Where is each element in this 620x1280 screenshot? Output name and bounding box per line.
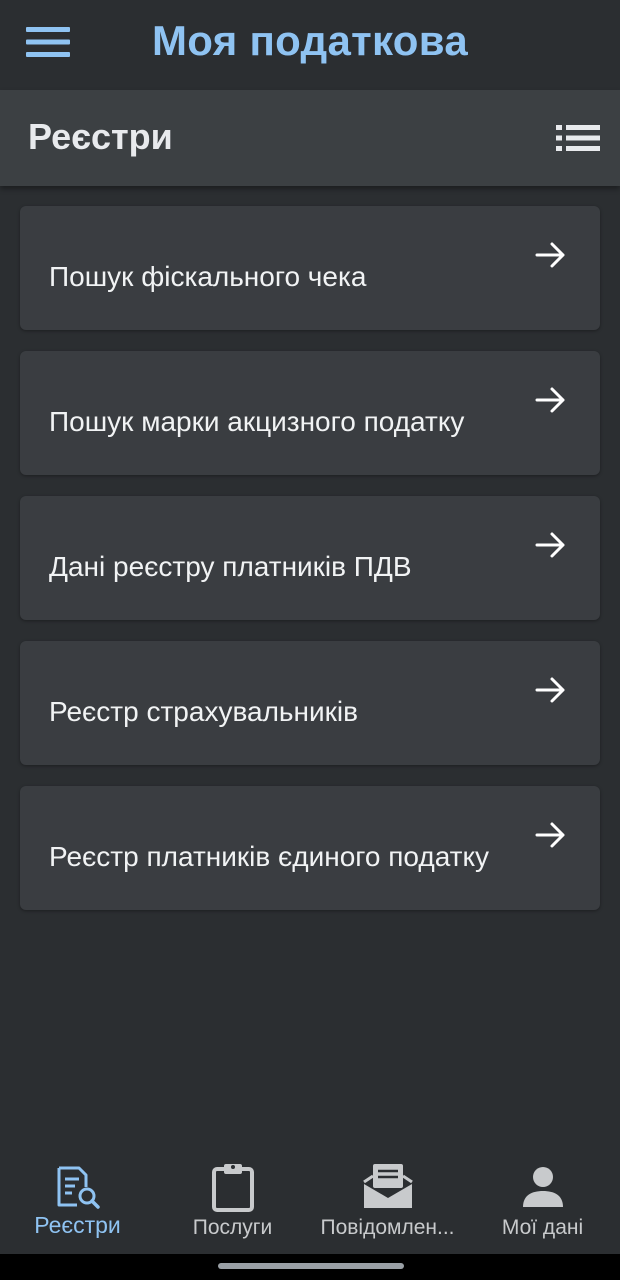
person-icon xyxy=(521,1160,565,1214)
arrow-right-icon xyxy=(532,381,570,419)
card-label: Реєстр платників єдиного податку xyxy=(49,841,490,872)
system-navigation-bar xyxy=(0,1254,620,1280)
nav-label: Повідомлен... xyxy=(320,1216,455,1239)
nav-label: Мої дані xyxy=(501,1216,584,1239)
card-single-tax-payers-registry[interactable]: Реєстр платників єдиного податку xyxy=(20,786,600,910)
arrow-right-icon xyxy=(532,816,570,854)
section-title: Реєстри xyxy=(28,116,173,157)
nav-label: Послуги xyxy=(192,1216,273,1239)
nav-label: Реєстри xyxy=(34,1212,121,1238)
list-view-button[interactable] xyxy=(554,116,602,160)
card-vat-payers-registry[interactable]: Дані реєстру платників ПДВ xyxy=(20,496,600,620)
card-label: Дані реєстру платників ПДВ xyxy=(49,551,412,582)
nav-item-registries[interactable]: Реєстри xyxy=(0,1146,155,1254)
top-app-bar: Моя податкова xyxy=(0,0,620,90)
app-screen: Моя податкова Реєстри Пошук фіскального … xyxy=(0,0,620,1280)
nav-item-my-data[interactable]: Мої дані xyxy=(465,1146,620,1254)
section-header: Реєстри xyxy=(0,90,620,186)
arrow-right-icon xyxy=(532,526,570,564)
mail-icon xyxy=(361,1160,415,1214)
bottom-navigation: Реєстри Послуги Повідомлен... Мої дані xyxy=(0,1146,620,1254)
registry-list: Пошук фіскального чека Пошук марки акциз… xyxy=(20,206,600,931)
list-view-icon xyxy=(556,125,600,151)
nav-item-messages[interactable]: Повідомлен... xyxy=(310,1146,465,1254)
arrow-right-icon xyxy=(532,671,570,709)
clipboard-icon xyxy=(210,1160,256,1214)
registry-search-icon xyxy=(55,1160,101,1214)
card-fiscal-receipt-search[interactable]: Пошук фіскального чека xyxy=(20,206,600,330)
card-label: Пошук марки акцизного податку xyxy=(49,406,465,437)
app-title: Моя податкова xyxy=(152,17,468,64)
card-label: Реєстр страхувальників xyxy=(49,696,358,727)
gesture-handle[interactable] xyxy=(218,1263,404,1269)
nav-item-services[interactable]: Послуги xyxy=(155,1146,310,1254)
arrow-right-icon xyxy=(532,236,570,274)
card-excise-stamp-search[interactable]: Пошук марки акцизного податку xyxy=(20,351,600,475)
card-insurers-registry[interactable]: Реєстр страхувальників xyxy=(20,641,600,765)
card-label: Пошук фіскального чека xyxy=(49,261,367,292)
